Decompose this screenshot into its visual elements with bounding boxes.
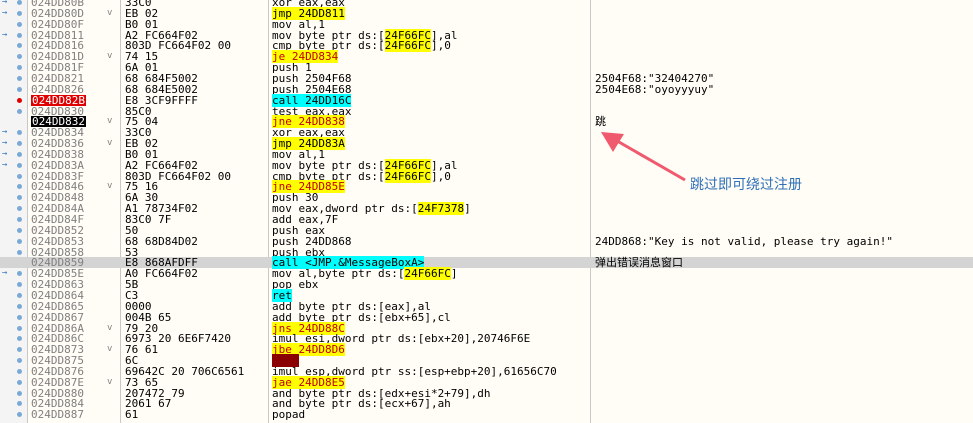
disassembly-view[interactable]: → 024DD80B 33C0 xor eax,eax → 024DD80D v EB 02 j… <box>0 0 973 423</box>
annotation-note: 跳过即可绕过注册 <box>690 177 802 193</box>
annotation-arrow-icon <box>601 132 686 182</box>
